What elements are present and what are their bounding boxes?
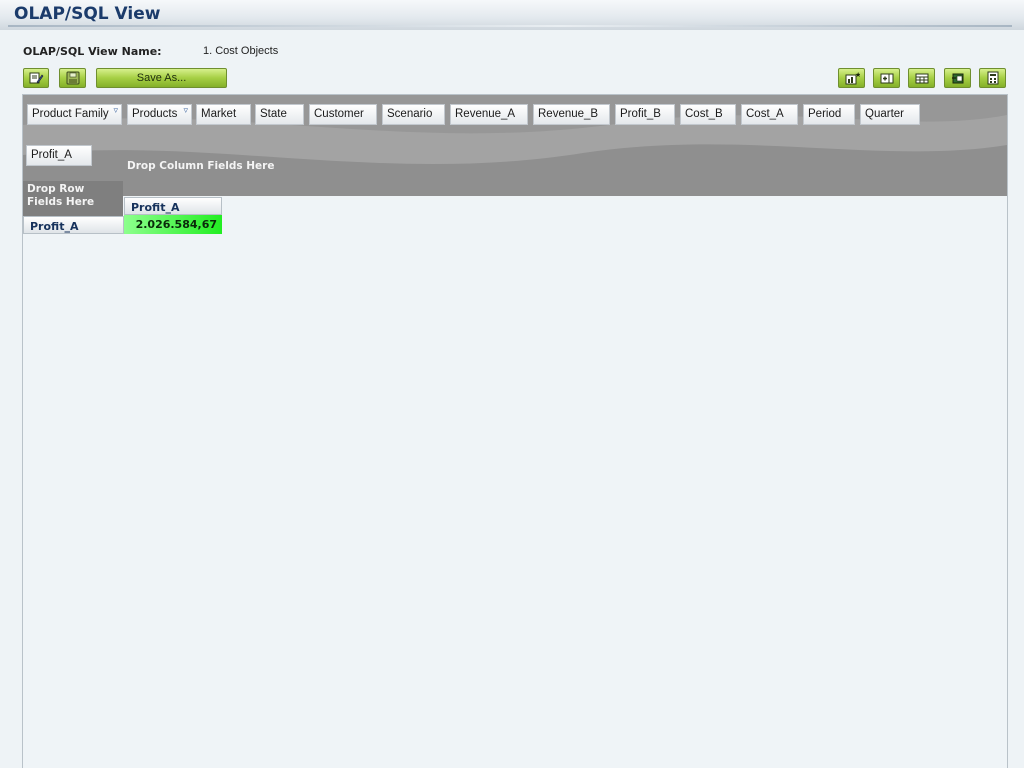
field-label: Profit_B xyxy=(620,108,661,120)
field-0[interactable]: Product Family ▿ xyxy=(27,104,122,125)
filter-icon[interactable]: ▿ xyxy=(183,105,188,116)
field-label: Revenue_B xyxy=(538,108,599,120)
title-divider xyxy=(8,25,1012,27)
new-chart-icon: ★ xyxy=(845,71,860,85)
export-button[interactable] xyxy=(944,68,971,88)
field-label: State xyxy=(260,108,287,120)
export-icon xyxy=(951,73,963,84)
field-1[interactable]: Products ▿ xyxy=(127,104,192,125)
new-chart-button[interactable]: ★ xyxy=(838,68,865,88)
field-label: Products xyxy=(132,108,178,120)
field-5[interactable]: Scenario xyxy=(382,104,445,125)
data-field-button[interactable]: Profit_A xyxy=(26,145,92,166)
field-label: Product Family xyxy=(32,108,109,120)
edit-button[interactable] xyxy=(23,68,49,88)
drop-column-zone[interactable]: Drop Column Fields Here xyxy=(127,160,274,172)
field-6[interactable]: Revenue_A xyxy=(450,104,528,125)
field-3[interactable]: State xyxy=(255,104,304,125)
save-button[interactable] xyxy=(59,68,86,88)
field-label: Quarter xyxy=(865,108,904,120)
field-4[interactable]: Customer xyxy=(309,104,377,125)
grid-button[interactable] xyxy=(908,68,935,88)
view-name-value: 1. Cost Objects xyxy=(203,45,279,57)
column-header[interactable]: Profit_A xyxy=(124,197,222,215)
row-header[interactable]: Profit_A xyxy=(23,216,124,234)
field-9[interactable]: Cost_B xyxy=(680,104,736,125)
field-label: Cost_A xyxy=(746,108,784,120)
grid-icon xyxy=(915,73,928,84)
field-10[interactable]: Cost_A xyxy=(741,104,798,125)
field-label: Cost_B xyxy=(685,108,723,120)
field-8[interactable]: Profit_B xyxy=(615,104,675,125)
value-cell[interactable]: 2.026.584,67 xyxy=(124,215,222,234)
field-7[interactable]: Revenue_B xyxy=(533,104,610,125)
field-2[interactable]: Market xyxy=(196,104,251,125)
save-icon xyxy=(66,71,79,85)
view-name-label: OLAP/SQL View Name: xyxy=(23,45,162,58)
calculator-icon xyxy=(987,71,998,85)
add-column-icon xyxy=(880,73,893,84)
edit-icon xyxy=(29,72,44,84)
drop-row-zone[interactable]: Drop Row Fields Here xyxy=(23,181,123,217)
svg-text:★: ★ xyxy=(855,71,860,79)
window-title: OLAP/SQL View xyxy=(14,4,161,24)
filter-icon[interactable]: ▿ xyxy=(113,105,118,116)
pivot-table: Product Family ▿ Products ▿ Market State Custo… xyxy=(22,94,1008,768)
field-label: Scenario xyxy=(387,108,433,120)
title-bar: OLAP/SQL View xyxy=(0,0,1024,30)
field-label: Period xyxy=(808,108,842,120)
field-label: Customer xyxy=(314,108,364,120)
field-11[interactable]: Period xyxy=(803,104,855,125)
add-column-button[interactable] xyxy=(873,68,900,88)
save-as-button[interactable]: Save As... xyxy=(96,68,227,88)
calculator-button[interactable] xyxy=(979,68,1006,88)
field-label: Revenue_A xyxy=(455,108,516,120)
field-label: Market xyxy=(201,108,237,120)
field-12[interactable]: Quarter xyxy=(860,104,920,125)
